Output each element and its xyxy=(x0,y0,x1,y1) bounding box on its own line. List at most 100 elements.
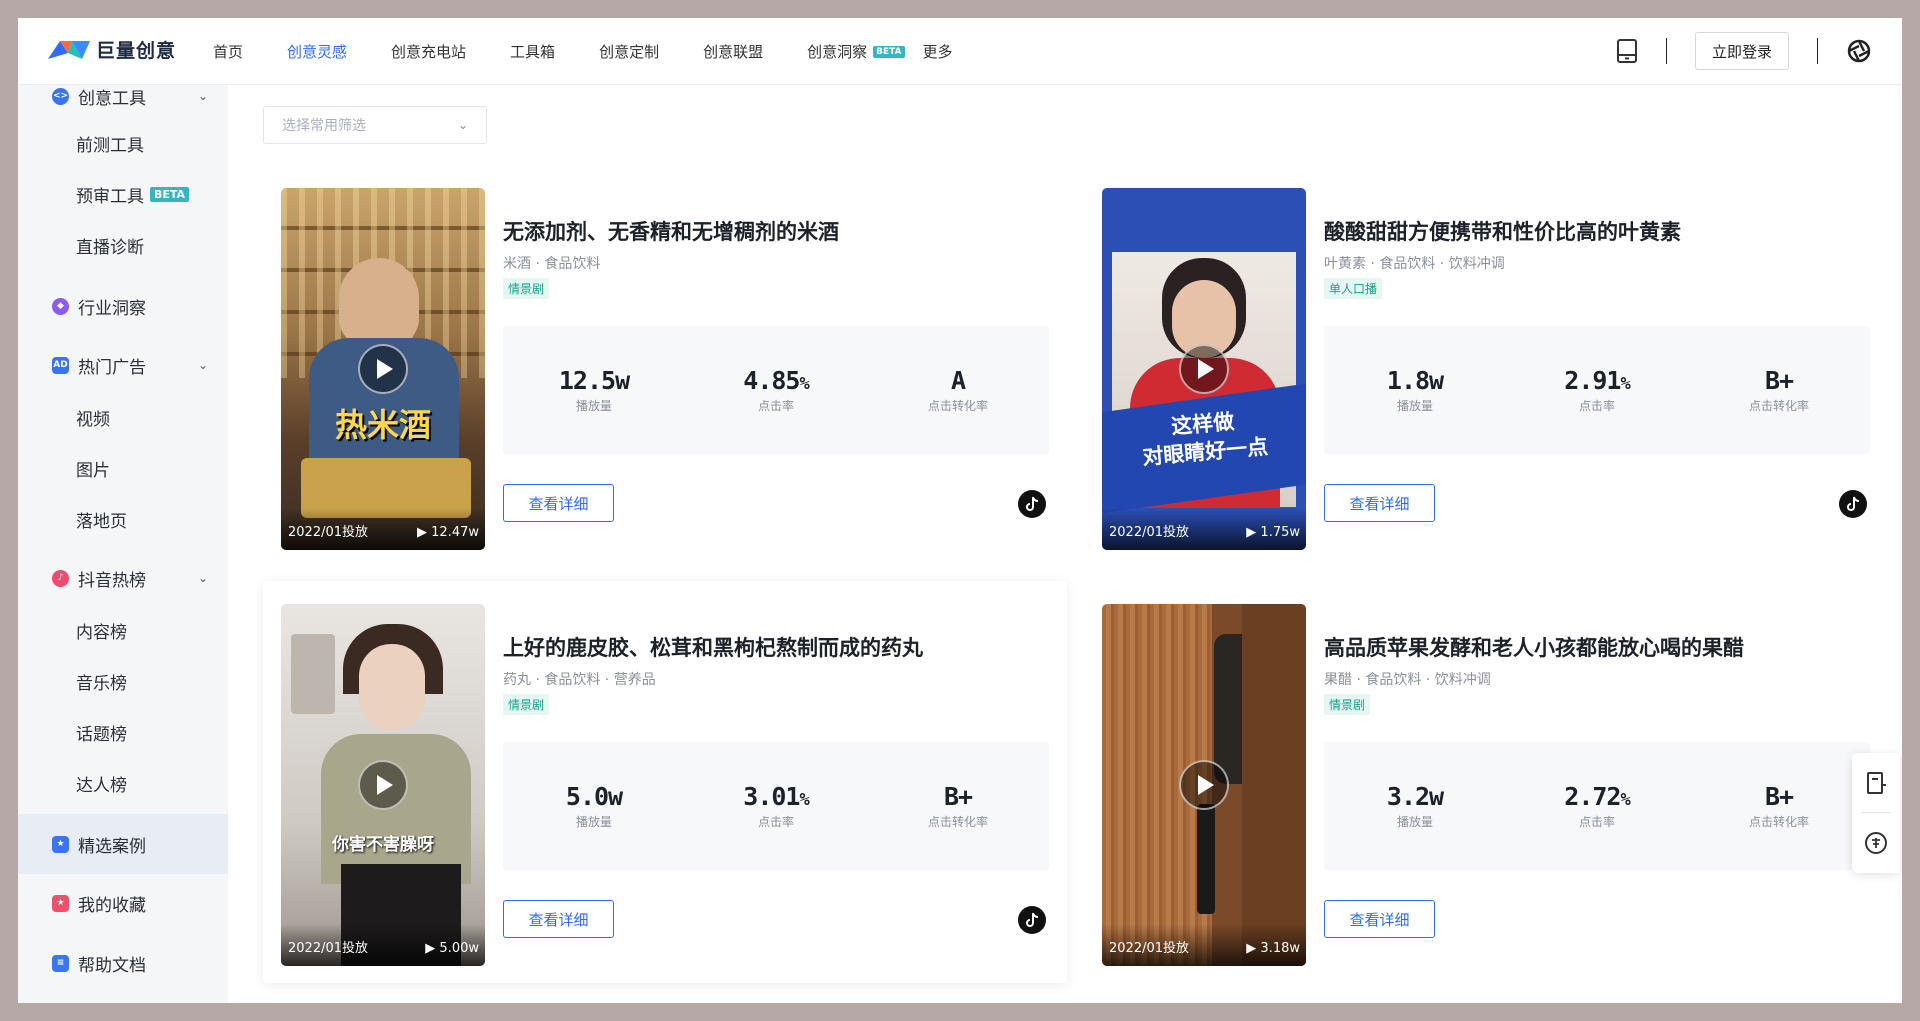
category-badge: 单人口播 xyxy=(1324,278,1383,299)
sidebar-group-cases[interactable]: ★ 精选案例 xyxy=(18,814,228,874)
sidebar-group-help[interactable]: ≡ 帮助文档 xyxy=(18,940,228,986)
sidebar-group-industry[interactable]: ◆ 行业洞察 xyxy=(18,283,228,329)
sidebar-item-label: 直播诊断 xyxy=(76,238,144,258)
sidebar-item-live[interactable]: 直播诊断 xyxy=(76,233,144,258)
play-icon[interactable] xyxy=(358,344,408,394)
sidebar-group-douyin[interactable]: ♪ 抖音热榜 ⌄ xyxy=(18,555,228,601)
divider xyxy=(1817,38,1818,64)
brand-logo[interactable]: 巨量创意 xyxy=(48,36,176,63)
nav-more-label: 更多 xyxy=(922,43,953,61)
sidebar-group-hot-ads[interactable]: AD 热门广告 ⌄ xyxy=(18,342,228,388)
view-detail-button[interactable]: 查看详细 xyxy=(1324,900,1435,938)
video-thumbnail[interactable]: 热米酒 2022/01投放 ▶ 12.47w xyxy=(281,188,485,550)
ad-icon: AD xyxy=(52,356,69,374)
play-count-value: 12.47w xyxy=(431,525,479,540)
thumbnail-footer: 2022/01投放 ▶ 5.00w xyxy=(281,924,485,966)
nav-insight-label: 创意洞察 xyxy=(807,43,868,61)
metrics-panel: 12.5w 播放量 4.85% 点击率 A 点击转化率 xyxy=(503,326,1049,454)
ctr-number: 3.01 xyxy=(743,782,800,811)
sidebar-item-talent[interactable]: 达人榜 xyxy=(76,771,127,796)
nav-home-label: 首页 xyxy=(213,43,244,61)
login-button[interactable]: 立即登录 xyxy=(1694,32,1789,70)
app-window: 巨量创意 首页 创意灵感 创意充电站 工具箱 创意定制 创意联盟 创意洞察 BE… xyxy=(18,18,1902,1003)
metric-label: 点击率 xyxy=(1578,815,1615,829)
aperture-icon[interactable] xyxy=(1846,38,1872,64)
metric-views: 3.2w 播放量 xyxy=(1324,782,1506,830)
card-title[interactable]: 无添加剂、无香精和无增稠剂的米酒 xyxy=(503,216,839,246)
divider xyxy=(1665,38,1667,64)
chevron-down-icon: ⌄ xyxy=(197,571,208,585)
nav-custom[interactable]: 创意定制 xyxy=(599,41,659,62)
view-detail-button[interactable]: 查看详细 xyxy=(1324,484,1435,522)
compass-icon: ◆ xyxy=(52,297,69,315)
nav-inspiration[interactable]: 创意灵感 xyxy=(287,41,347,62)
tiktok-icon[interactable] xyxy=(1018,906,1046,934)
filter-select[interactable]: 选择常用筛选 ⌄ xyxy=(263,106,487,144)
view-detail-button[interactable]: 查看详细 xyxy=(503,900,614,938)
card-title[interactable]: 上好的鹿皮胶、松茸和黑枸杞熬制而成的药丸 xyxy=(503,632,923,662)
sidebar-item-label: 图片 xyxy=(76,461,110,481)
person-head xyxy=(339,258,419,348)
tiktok-icon[interactable] xyxy=(1839,490,1867,518)
metric-value: 1.8w xyxy=(1386,366,1444,395)
tablet-icon[interactable] xyxy=(1616,38,1638,64)
sidebar-item-review[interactable]: 预审工具 BETA xyxy=(76,182,190,207)
sidebar-group-creative-tools[interactable]: <> 创意工具 ⌄ xyxy=(18,73,228,119)
play-icon[interactable] xyxy=(358,760,408,810)
category-badge: 情景剧 xyxy=(503,278,550,299)
sidebar-item-label: 达人榜 xyxy=(76,776,127,796)
nav-home[interactable]: 首页 xyxy=(213,41,243,62)
sidebar-group-favorites[interactable]: ★ 我的收藏 xyxy=(18,880,228,926)
nav-insight[interactable]: 创意洞察 BETA xyxy=(807,41,905,62)
metric-value: 3.01% xyxy=(685,782,867,811)
play-icon[interactable] xyxy=(1179,760,1229,810)
metric-label: 点击转化率 xyxy=(1748,399,1809,413)
nav-charging-station[interactable]: 创意充电站 xyxy=(391,41,466,62)
top-right-actions: 立即登录 xyxy=(1616,32,1872,70)
sidebar-item-content[interactable]: 内容榜 xyxy=(76,618,127,643)
nav-charging-label: 创意充电站 xyxy=(391,43,467,61)
card-title[interactable]: 高品质苹果发酵和老人小孩都能放心喝的果醋 xyxy=(1324,632,1744,662)
metric-views: 1.8w 播放量 xyxy=(1324,366,1506,414)
video-thumbnail[interactable]: 2022/01投放 ▶ 3.18w xyxy=(1102,604,1306,966)
sidebar-group-label: 行业洞察 xyxy=(78,298,146,319)
nav-more[interactable]: 更多 xyxy=(923,41,953,62)
ctr-unit: % xyxy=(1620,790,1630,810)
case-card[interactable]: 你害不害臊呀 2022/01投放 ▶ 5.00w 上好的鹿皮胶、松茸和黑枸杞熬制… xyxy=(281,604,1081,966)
person-body xyxy=(321,734,471,884)
tiktok-icon[interactable] xyxy=(1018,490,1046,518)
sidebar-item-topic[interactable]: 话题榜 xyxy=(76,720,127,745)
chevron-down-icon: ⌄ xyxy=(197,89,208,103)
font-icon[interactable] xyxy=(1864,831,1888,855)
nav-alliance[interactable]: 创意联盟 xyxy=(703,41,763,62)
card-tags: 果醋 · 食品饮料 · 饮料冲调 xyxy=(1324,672,1491,688)
metric-value: 3.2w xyxy=(1386,782,1444,811)
video-thumbnail[interactable]: 这样做 对眼睛好一点 2022/01投放 ▶ 1.75w xyxy=(1102,188,1306,550)
play-icon[interactable] xyxy=(1179,344,1229,394)
sidebar: <> 创意工具 ⌄ 前测工具 预审工具 BETA 直播诊断 ◆ 行业洞察 AD … xyxy=(18,85,228,1003)
nav-custom-label: 创意定制 xyxy=(599,43,660,61)
sidebar-item-video[interactable]: 视频 xyxy=(76,405,110,430)
launch-date: 2022/01投放 xyxy=(1109,941,1190,956)
nav-toolbox[interactable]: 工具箱 xyxy=(510,41,555,62)
case-card[interactable]: 热米酒 2022/01投放 ▶ 12.47w 无添加剂、无香精和无增稠剂的米酒 … xyxy=(281,188,1081,550)
ctr-number: 4.85 xyxy=(743,366,800,395)
ctr-number: 2.91 xyxy=(1564,366,1621,395)
beta-badge: BETA xyxy=(150,187,190,202)
metric-label: 点击率 xyxy=(757,399,794,413)
case-card[interactable]: 这样做 对眼睛好一点 2022/01投放 ▶ 1.75w 酸酸甜甜方便携带和性价… xyxy=(1102,188,1902,550)
metric-cvr: B+ 点击转化率 xyxy=(867,782,1049,830)
case-card[interactable]: 2022/01投放 ▶ 3.18w 高品质苹果发酵和老人小孩都能放心喝的果醋 果… xyxy=(1102,604,1902,966)
sidebar-item-music[interactable]: 音乐榜 xyxy=(76,669,127,694)
beta-badge: BETA xyxy=(873,45,905,58)
sidebar-item-pretest[interactable]: 前测工具 xyxy=(76,131,144,156)
metric-value: B+ xyxy=(1764,782,1794,811)
sidebar-item-image[interactable]: 图片 xyxy=(76,456,110,481)
document-icon[interactable] xyxy=(1864,771,1888,795)
view-detail-button[interactable]: 查看详细 xyxy=(503,484,614,522)
sidebar-item-landing[interactable]: 落地页 xyxy=(76,507,127,532)
sidebar-item-label: 预审工具 xyxy=(76,187,144,207)
floating-toolbar xyxy=(1852,753,1900,873)
card-title[interactable]: 酸酸甜甜方便携带和性价比高的叶黄素 xyxy=(1324,216,1681,246)
video-thumbnail[interactable]: 你害不害臊呀 2022/01投放 ▶ 5.00w xyxy=(281,604,485,966)
